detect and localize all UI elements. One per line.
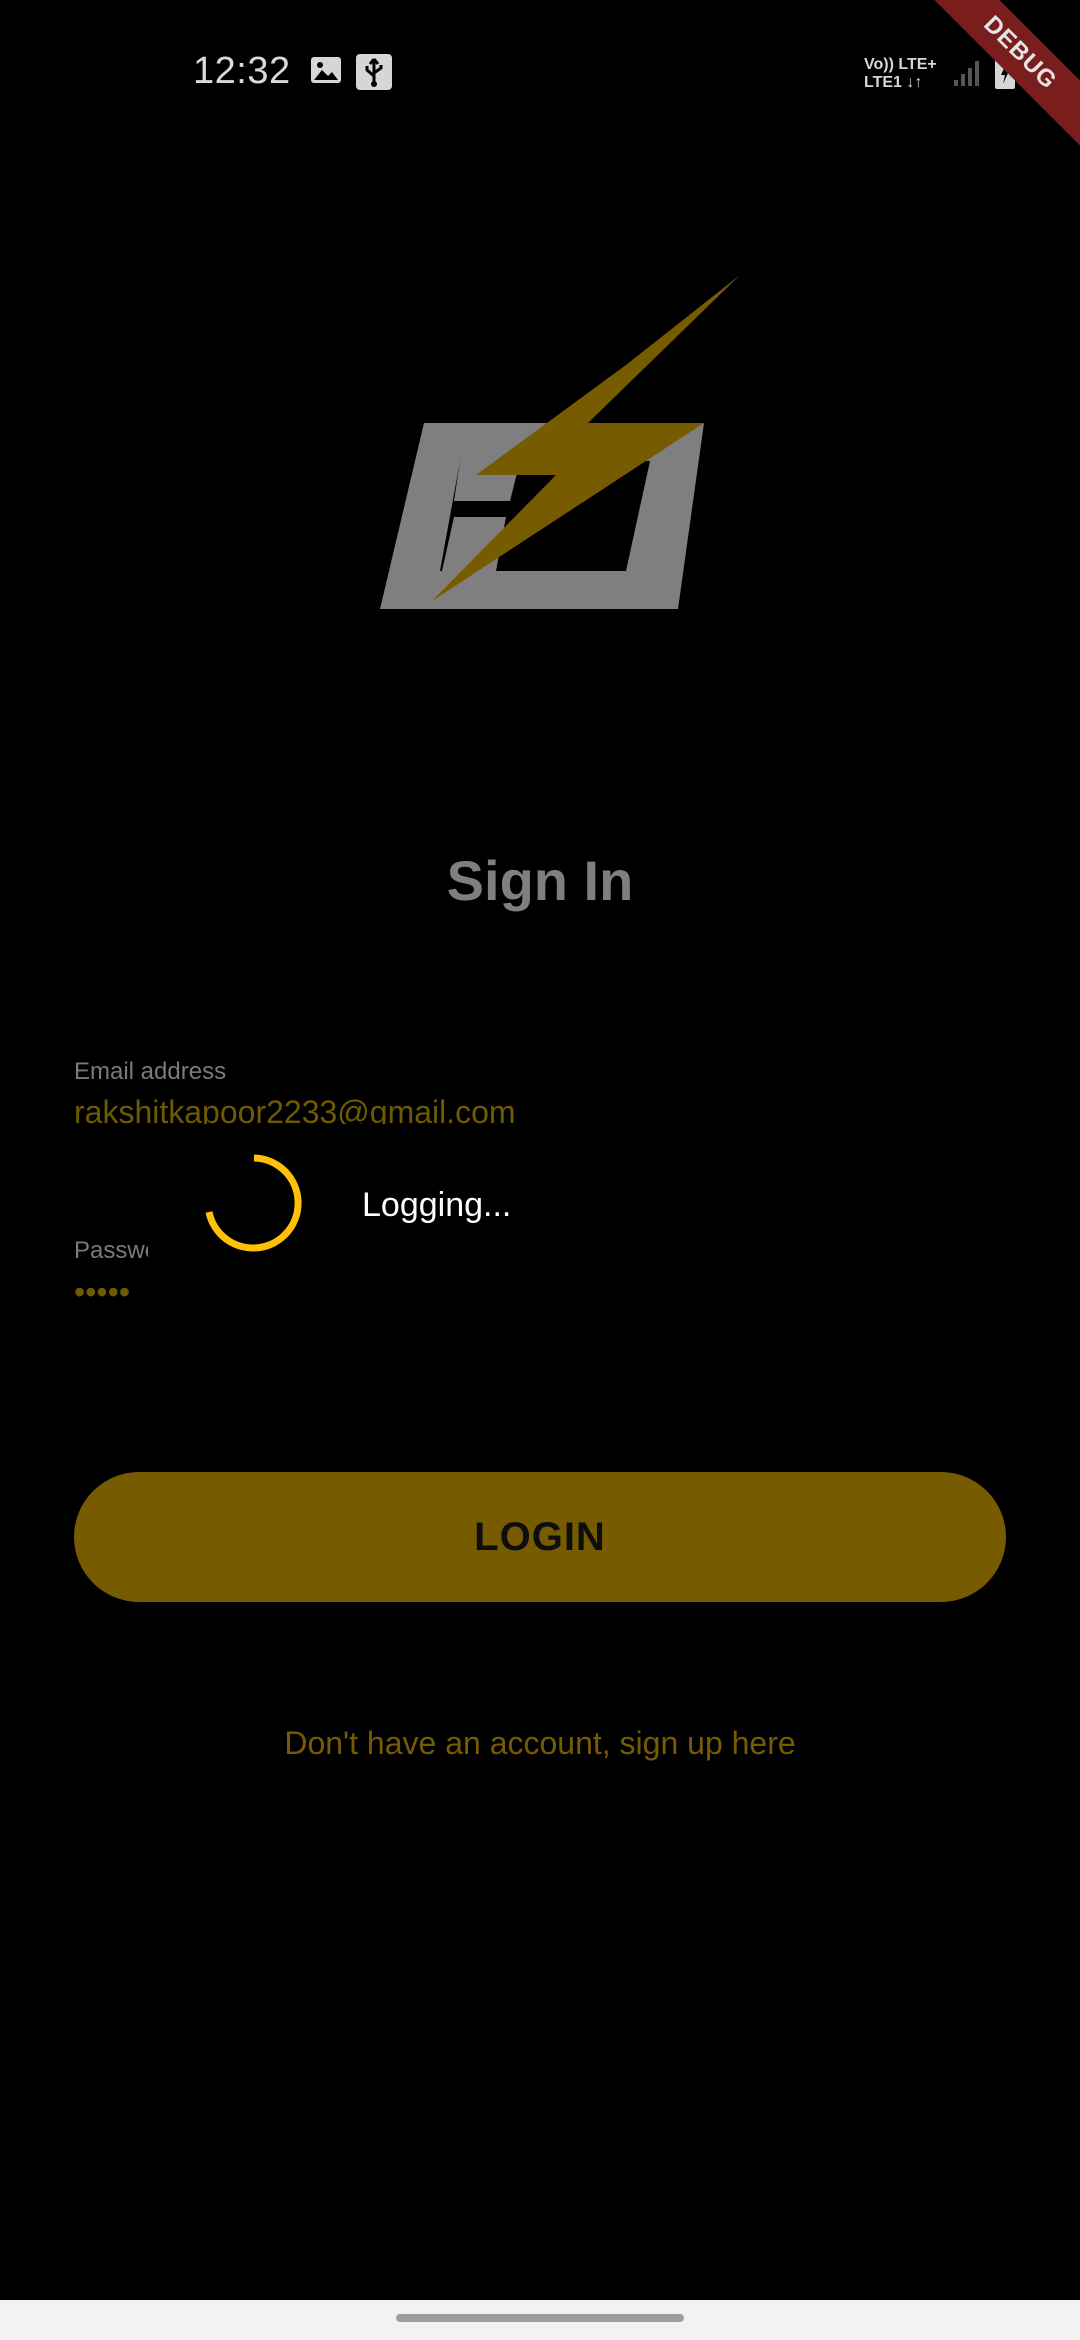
login-button[interactable]: LOGIN xyxy=(74,1472,1006,1602)
system-navigation-bar xyxy=(0,2300,1080,2340)
usb-icon xyxy=(356,54,392,95)
password-label: Password xyxy=(74,1237,148,1264)
network-line-2: LTE1 ↓↑ xyxy=(864,74,923,91)
password-field[interactable]: ••••• xyxy=(74,1274,152,1311)
app-screen: 12:32 Vo)) LTE+ LTE1 ↓↑ DEBUG Sign In Em… xyxy=(0,0,1080,2340)
email-field[interactable]: rakshitkapoor2233@gmail.com xyxy=(74,1092,594,1124)
email-label: Email address xyxy=(74,1058,227,1085)
image-icon xyxy=(310,56,342,89)
loading-text: Logging... xyxy=(362,1186,512,1224)
loading-spinner-icon xyxy=(203,1152,305,1259)
signal-icon xyxy=(952,58,982,93)
page-title: Sign In xyxy=(446,849,634,912)
status-time: 12:32 xyxy=(193,50,291,92)
network-line-1: Vo)) LTE+ xyxy=(864,56,937,73)
signup-link[interactable]: Don't have an account, sign up here xyxy=(0,1725,1080,1762)
network-indicator: Vo)) LTE+ LTE1 ↓↑ xyxy=(864,56,937,92)
home-gesture-handle[interactable] xyxy=(396,2314,684,2322)
lightning-logo-icon xyxy=(380,275,740,620)
